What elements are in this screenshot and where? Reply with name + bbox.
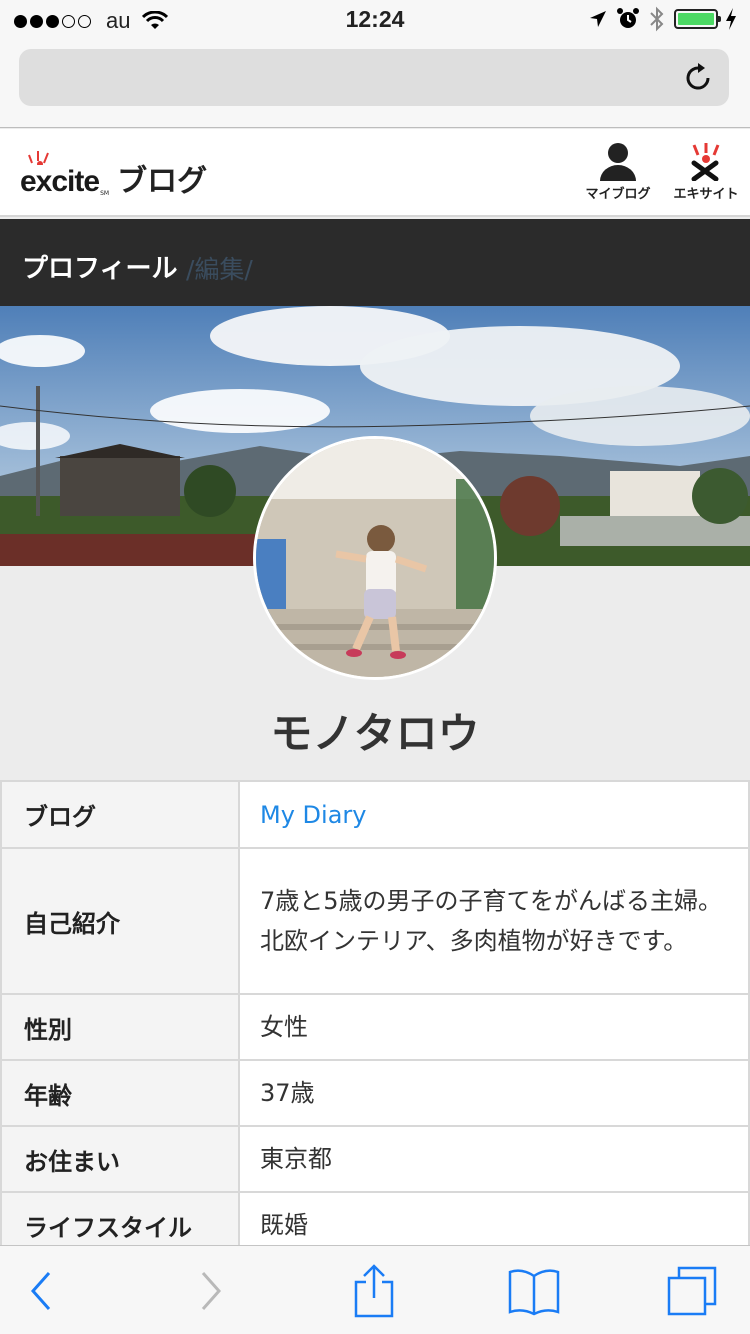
status-icons: [588, 6, 738, 32]
url-field[interactable]: [19, 49, 729, 106]
bluetooth-icon: [650, 6, 664, 32]
table-row: 性別 女性: [0, 993, 750, 1061]
chevron-left-icon: [30, 1272, 51, 1310]
my-blog-label: マイブログ: [585, 187, 651, 202]
book-icon: [508, 1269, 560, 1316]
logo-wordmark: excite: [20, 165, 100, 198]
browser-address-bar: [0, 40, 750, 128]
excite-mascot-icon: [691, 143, 720, 181]
avatar[interactable]: [253, 436, 497, 680]
table-row: ブログ My Diary: [0, 780, 750, 849]
row-value: 女性: [238, 993, 750, 1061]
excite-blog-logo[interactable]: excite SM ブログ: [20, 147, 207, 197]
row-key: ブログ: [0, 780, 240, 849]
table-row: 自己紹介 7歳と5歳の男子の子育てをがんばる主婦。北欧インテリア、多肉植物が好き…: [0, 847, 750, 995]
site-header: excite SM ブログ マイブログ エキサイト: [0, 129, 750, 217]
tabs-icon: [667, 1266, 717, 1316]
row-key: 自己紹介: [0, 847, 240, 995]
tabs-button[interactable]: [664, 1264, 720, 1318]
share-button[interactable]: [346, 1264, 402, 1318]
logo-sparks-icon: [28, 151, 49, 165]
excite-button[interactable]: エキサイト: [666, 141, 746, 202]
table-row: お住まい 東京都: [0, 1125, 750, 1193]
row-value: 37歳: [238, 1059, 750, 1127]
logo-blog-label: ブログ: [117, 164, 208, 199]
status-bar: au 12:24: [0, 0, 750, 40]
back-button[interactable]: [14, 1264, 70, 1318]
excite-label: エキサイト: [673, 187, 739, 202]
person-icon: [600, 143, 636, 181]
row-value: 東京都: [238, 1125, 750, 1193]
bookmarks-button[interactable]: [506, 1264, 562, 1318]
row-key: 年齢: [0, 1059, 240, 1127]
location-arrow-icon: [590, 11, 606, 27]
page-title-bar: プロフィール /編集/: [0, 219, 750, 306]
page-title: プロフィール: [22, 254, 178, 284]
share-icon: [354, 1264, 394, 1318]
edit-link[interactable]: /編集/: [186, 250, 253, 286]
chevron-right-icon: [201, 1272, 222, 1310]
alarm-icon: [617, 8, 639, 28]
row-value: 7歳と5歳の男子の子育てをがんばる主婦。北欧インテリア、多肉植物が好きです。: [238, 847, 750, 995]
table-row: 年齢 37歳: [0, 1059, 750, 1127]
profile-table: ブログ My Diary 自己紹介 7歳と5歳の男子の子育てをがんばる主婦。北欧…: [0, 780, 750, 1259]
profile-name: モノタロウ: [270, 709, 480, 758]
forward-button[interactable]: [182, 1264, 238, 1318]
row-key: 性別: [0, 993, 240, 1061]
battery-icon: [674, 9, 721, 29]
charging-bolt-icon: [726, 8, 736, 30]
browser-toolbar: [0, 1245, 750, 1334]
reload-icon[interactable]: [681, 61, 715, 95]
logo-service-mark: SM: [100, 190, 110, 197]
row-key: お住まい: [0, 1125, 240, 1193]
my-blog-button[interactable]: マイブログ: [578, 141, 658, 202]
blog-link[interactable]: My Diary: [238, 780, 750, 849]
